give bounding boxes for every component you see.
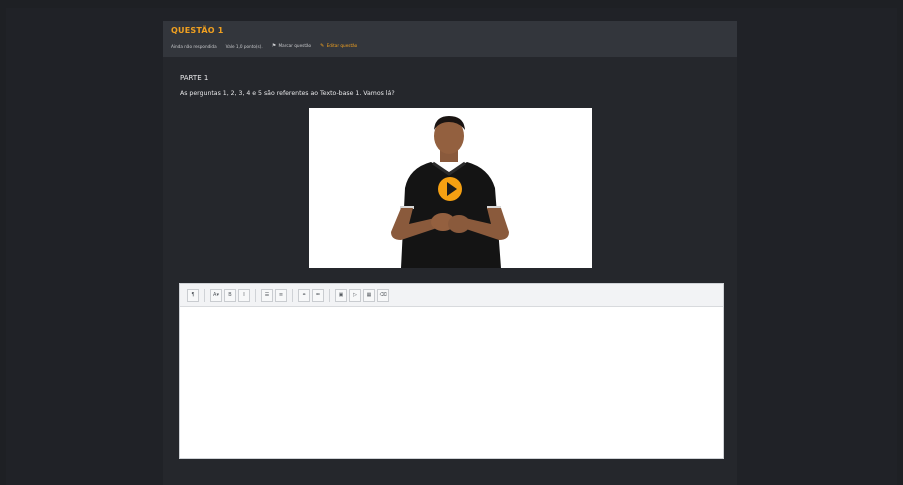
play-button[interactable] [438,177,462,201]
play-icon [446,182,457,196]
question-status: Ainda não respondida [171,43,217,49]
paragraph-icon[interactable]: ¶ [187,288,199,302]
bullet-list-icon[interactable]: ☰ [261,288,273,302]
flag-icon: ⚑ [271,43,277,49]
mark-question-label: Marcar questão [278,43,312,48]
font-size-icon[interactable]: A▾ [210,288,222,302]
bold-icon[interactable]: B [224,288,236,302]
part-label: PARTE 1 [180,74,209,82]
answer-editor[interactable]: ¶ A▾ B I ☰ ≡ ⚭ ⚮ ▣ ▷ ▦ ⌫ [179,283,724,459]
question-title: QUESTÃO 1 [171,26,224,35]
image-icon[interactable]: ▣ [335,288,347,302]
mark-question-link[interactable]: ⚑ Marcar questão [272,43,311,49]
question-meta: Ainda não respondida Vale 1,0 ponto(s). … [171,43,357,49]
edit-question-link[interactable]: ✎ Editar questão [320,43,357,49]
table-icon[interactable]: ▦ [363,288,375,302]
pencil-icon: ✎ [320,43,325,49]
toolbar-divider [292,288,293,302]
toolbar-divider [255,288,256,302]
question-instruction: As perguntas 1, 2, 3, 4 e 5 são referent… [180,90,395,97]
answer-text-area[interactable] [180,307,723,458]
editor-toolbar: ¶ A▾ B I ☰ ≡ ⚭ ⚮ ▣ ▷ ▦ ⌫ [180,284,723,307]
toolbar-divider [204,288,205,302]
media-icon[interactable]: ▷ [349,288,361,302]
italic-icon[interactable]: I [238,288,250,302]
numbered-list-icon[interactable]: ≡ [275,288,287,302]
edit-question-label: Editar questão [326,43,358,48]
unlink-icon[interactable]: ⚮ [312,288,324,302]
clear-format-icon[interactable]: ⌫ [377,288,389,302]
link-icon[interactable]: ⚭ [298,288,310,302]
question-header [163,21,737,57]
question-value: Vale 1,0 ponto(s). [225,43,263,49]
sign-language-video[interactable] [309,108,592,268]
toolbar-divider [329,288,330,302]
